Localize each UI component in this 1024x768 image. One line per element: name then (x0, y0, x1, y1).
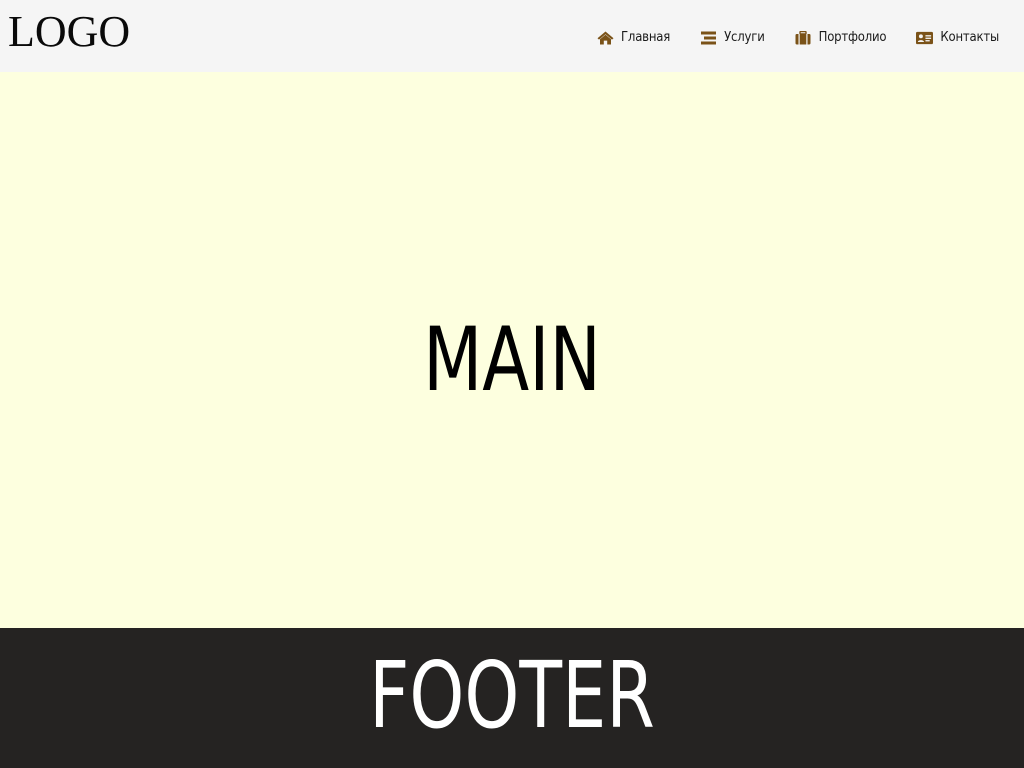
nav-item-label: Главная (620, 30, 671, 45)
list-icon (700, 31, 717, 45)
nav-item-services[interactable]: Услуги (700, 27, 765, 45)
nav-item-home[interactable]: Главная (597, 27, 670, 45)
briefcase-icon (795, 30, 812, 45)
main-title: MAIN (423, 308, 601, 411)
site-footer: FOOTER (0, 628, 1024, 768)
nav-item-label: Портфолио (818, 30, 887, 45)
nav-item-portfolio[interactable]: Портфолио (795, 27, 887, 45)
contact-card-icon (916, 31, 934, 45)
logo[interactable]: LOGO (8, 6, 130, 58)
nav-item-label: Услуги (724, 30, 765, 45)
footer-title: FOOTER (369, 642, 655, 749)
home-icon (597, 31, 614, 45)
main-nav: Главная Услуги Портфолио Контакты (597, 0, 999, 72)
nav-item-label: Контакты (940, 30, 999, 45)
site-header: LOGO Главная Услуги Портфолио Контакты (0, 0, 1024, 72)
main-section: MAIN (0, 72, 1024, 628)
nav-item-contacts[interactable]: Контакты (916, 27, 999, 45)
